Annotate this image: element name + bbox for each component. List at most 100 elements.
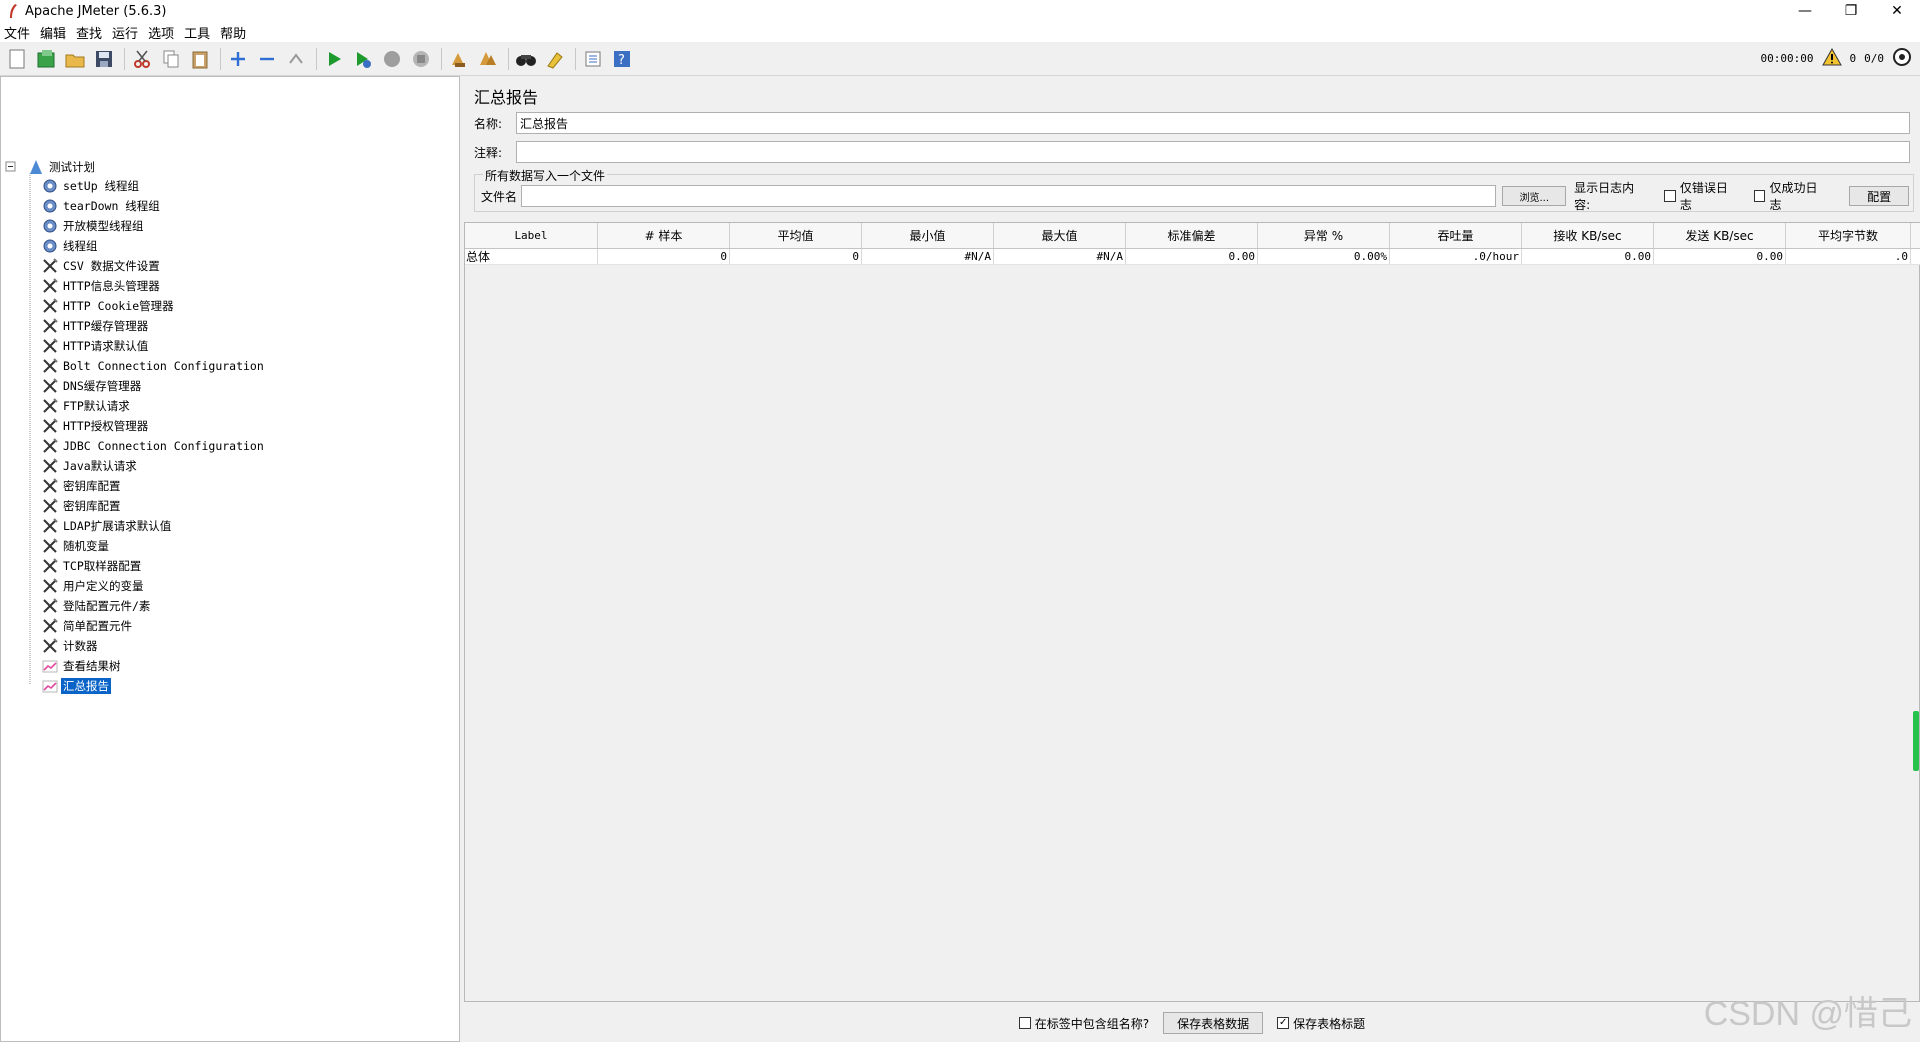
function-helper-icon[interactable] <box>580 46 606 72</box>
table-cell: .0/hour <box>1390 249 1522 264</box>
clear-icon[interactable] <box>446 46 472 72</box>
column-header[interactable]: 平均值 <box>730 223 862 248</box>
column-header[interactable]: 接收 KB/sec <box>1522 223 1654 248</box>
table-cell: .0 <box>1786 249 1911 264</box>
column-header[interactable]: 异常 % <box>1258 223 1390 248</box>
menu-file[interactable]: 文件 <box>4 23 30 42</box>
watermark: CSDN @惜己 <box>1703 995 1912 1033</box>
menu-search[interactable]: 查找 <box>76 23 102 42</box>
tree-node-label: 开放模型线程组 <box>63 219 144 233</box>
tree-node[interactable]: CSV 数据文件设置 <box>41 256 162 276</box>
shutdown-icon[interactable] <box>408 46 434 72</box>
summary-report-panel: 汇总报告 名称: 汇总报告 注释: 所有数据写入一个文件 文件名 浏览... 显… <box>464 76 1920 1042</box>
clear-all-icon[interactable] <box>475 46 501 72</box>
menu-tools[interactable]: 工具 <box>184 23 210 42</box>
collapse-icon[interactable] <box>254 46 280 72</box>
scrollbar-thumb[interactable] <box>1913 711 1919 771</box>
tree-node[interactable]: 简单配置元件 <box>41 616 134 636</box>
save-headers-checkbox[interactable]: ✓ 保存表格标题 <box>1277 1015 1365 1032</box>
elapsed-timer: 00:00:00 <box>1760 52 1814 65</box>
browse-button[interactable]: 浏览... <box>1502 186 1567 206</box>
tree-node[interactable]: 登陆配置元件/素 <box>41 596 152 616</box>
include-group-checkbox[interactable]: 在标签中包含组名称? <box>1018 1015 1149 1032</box>
open-icon[interactable] <box>62 46 88 72</box>
tree-node[interactable]: JDBC Connection Configuration <box>41 436 266 456</box>
tree-node[interactable]: 开放模型线程组 <box>41 216 146 236</box>
minimize-button[interactable]: — <box>1782 0 1828 22</box>
menu-help[interactable]: 帮助 <box>220 23 246 42</box>
configure-button[interactable]: 配置 <box>1849 186 1910 206</box>
tree-node[interactable]: DNS缓存管理器 <box>41 376 143 396</box>
restore-button[interactable]: ❐ <box>1828 0 1874 22</box>
tree-node[interactable]: 线程组 <box>41 236 100 256</box>
menu-edit[interactable]: 编辑 <box>40 23 66 42</box>
tree-node[interactable]: Bolt Connection Configuration <box>41 356 266 376</box>
warning-icon[interactable] <box>1821 47 1842 69</box>
column-header[interactable]: 最小值 <box>862 223 994 248</box>
tree-node[interactable]: setUp 线程组 <box>41 176 141 196</box>
comment-label: 注释: <box>474 145 503 160</box>
menu-options[interactable]: 选项 <box>148 23 174 42</box>
tree-node[interactable]: Java默认请求 <box>41 456 139 476</box>
column-header[interactable]: 吞吐量 <box>1390 223 1522 248</box>
wrench-icon <box>41 497 59 515</box>
column-header[interactable]: 发送 KB/sec <box>1654 223 1786 248</box>
tree-node[interactable]: 汇总报告 <box>41 676 111 696</box>
column-header[interactable]: 平均字节数 <box>1786 223 1911 248</box>
comment-input[interactable] <box>516 141 1910 163</box>
comment-row: 注释: <box>474 141 1910 163</box>
tree-node[interactable]: HTTP信息头管理器 <box>41 276 162 296</box>
errors-only-checkbox[interactable]: 仅错误日志 <box>1663 179 1740 213</box>
table-cell: 0.00 <box>1654 249 1786 264</box>
success-only-checkbox[interactable]: 仅成功日志 <box>1753 179 1830 213</box>
tree-node-label: 查看结果树 <box>63 659 121 673</box>
stop-icon[interactable] <box>379 46 405 72</box>
new-icon[interactable] <box>4 46 30 72</box>
menu-run[interactable]: 运行 <box>112 23 138 42</box>
tree-node[interactable]: HTTP缓存管理器 <box>41 316 150 336</box>
column-header[interactable]: 标准偏差 <box>1126 223 1258 248</box>
tree-node[interactable]: TCP取样器配置 <box>41 556 143 576</box>
remote-status-icon[interactable] <box>1892 47 1912 70</box>
tree-node-label: Java默认请求 <box>63 459 137 473</box>
filename-input[interactable] <box>520 185 1497 207</box>
column-header[interactable]: 最大值 <box>994 223 1126 248</box>
start-no-pauses-icon[interactable] <box>350 46 376 72</box>
tree-node[interactable]: tearDown 线程组 <box>41 196 162 216</box>
save-headers-label: 保存表格标题 <box>1293 1016 1366 1031</box>
reset-search-icon[interactable] <box>542 46 568 72</box>
success-only-label: 仅成功日志 <box>1769 181 1818 212</box>
name-input[interactable]: 汇总报告 <box>516 112 1910 134</box>
tree-node[interactable]: 查看结果树 <box>41 656 123 676</box>
expand-icon[interactable] <box>225 46 251 72</box>
help-icon[interactable]: ? <box>609 46 635 72</box>
cut-icon[interactable] <box>129 46 155 72</box>
tree-node[interactable]: 随机变量 <box>41 536 111 556</box>
search-icon[interactable] <box>513 46 539 72</box>
tree-node-test-plan[interactable]: 测试计划 <box>27 157 97 177</box>
tree-node[interactable]: FTP默认请求 <box>41 396 132 416</box>
save-icon[interactable] <box>91 46 117 72</box>
tree-node[interactable]: 计数器 <box>41 636 100 656</box>
table-row[interactable]: 总体 0 0 #N/A #N/A 0.00 0.00% .0/hour 0.00 0.00.0 <box>465 249 1920 265</box>
paste-icon[interactable] <box>187 46 213 72</box>
tree-node[interactable]: HTTP Cookie管理器 <box>41 296 176 316</box>
save-table-button[interactable]: 保存表格数据 <box>1163 1012 1264 1034</box>
toggle-icon[interactable] <box>283 46 309 72</box>
wrench-icon <box>41 517 59 535</box>
bottom-bar: 在标签中包含组名称? 保存表格数据 ✓ 保存表格标题 <box>464 1004 1920 1042</box>
tree-node[interactable]: HTTP授权管理器 <box>41 416 150 436</box>
column-header[interactable]: # 样本 <box>598 223 730 248</box>
start-icon[interactable] <box>321 46 347 72</box>
tree-node[interactable]: LDAP扩展请求默认值 <box>41 516 173 536</box>
close-button[interactable]: ✕ <box>1874 0 1920 22</box>
tree-node[interactable]: HTTP请求默认值 <box>41 336 150 356</box>
tree-node[interactable]: 密钥库配置 <box>41 496 123 516</box>
wrench-icon <box>41 357 59 375</box>
copy-icon[interactable] <box>158 46 184 72</box>
wrench-icon <box>41 297 59 315</box>
templates-icon[interactable] <box>33 46 59 72</box>
column-header[interactable]: Label <box>465 223 598 248</box>
tree-node[interactable]: 用户定义的变量 <box>41 576 146 596</box>
tree-node[interactable]: 密钥库配置 <box>41 476 123 496</box>
